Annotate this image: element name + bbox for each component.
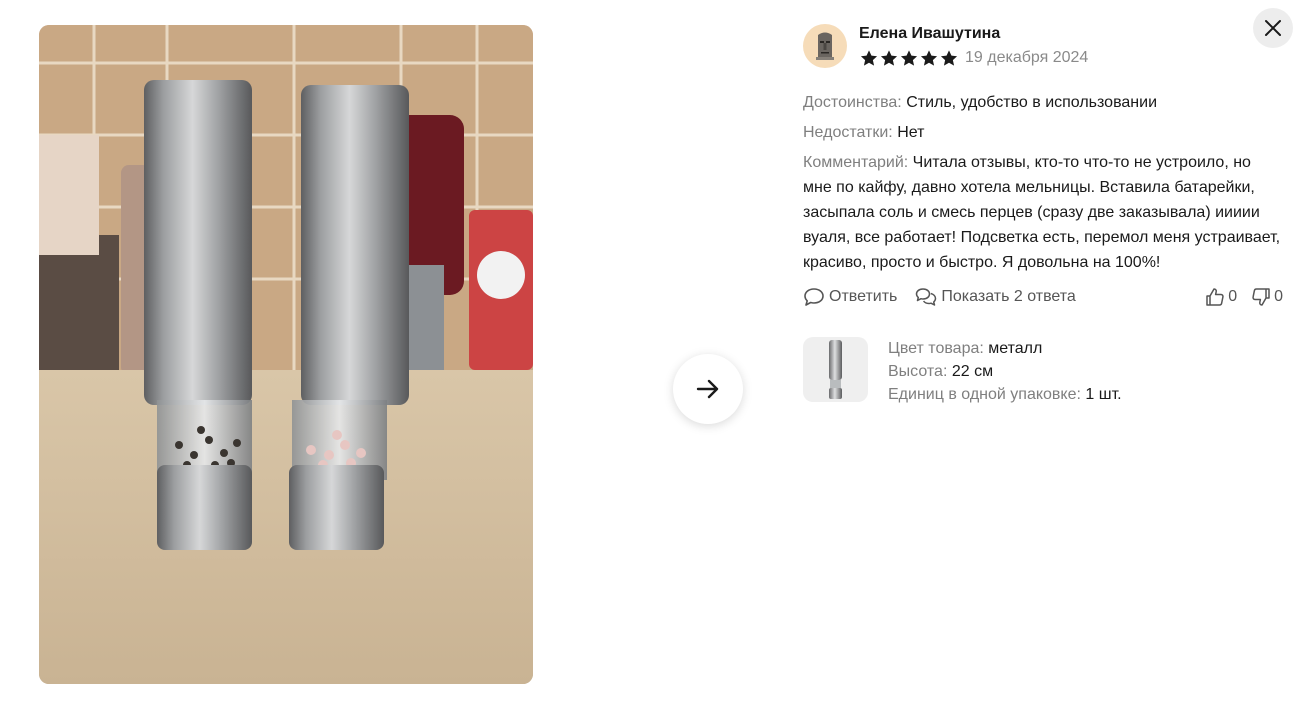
show-replies-button[interactable]: Показать 2 ответа <box>915 287 1076 307</box>
reply-button[interactable]: Ответить <box>803 287 897 307</box>
comment-label: Комментарий: <box>803 154 909 171</box>
dislike-button[interactable]: 0 <box>1251 287 1283 307</box>
advantages-text: Стиль, удобство в использовании <box>906 94 1157 111</box>
spec-units: Единиц в одной упаковке: 1 шт. <box>888 383 1122 406</box>
product-info: Цвет товара: металл Высота: 22 см Единиц… <box>803 337 1283 406</box>
like-count: 0 <box>1228 288 1238 305</box>
author-name[interactable]: Елена Ивашутина <box>859 24 1088 44</box>
spec-units-label: Единиц в одной упаковке: <box>888 386 1081 403</box>
disadvantages-text: Нет <box>897 124 925 141</box>
product-thumbnail[interactable] <box>803 337 868 402</box>
thumb-down-icon <box>1252 288 1270 306</box>
star-icon <box>860 49 878 66</box>
rating-row: 19 декабря 2024 <box>859 48 1088 68</box>
star-icon <box>880 49 898 66</box>
show-replies-label: Показать 2 ответа <box>941 288 1076 305</box>
next-photo-button[interactable] <box>673 354 743 424</box>
spec-height-value: 22 см <box>951 363 994 380</box>
comment: Комментарий: Читала отзывы, кто-то что-т… <box>803 150 1283 275</box>
thumb-up-icon <box>1206 288 1224 306</box>
spec-height: Высота: 22 см <box>888 360 1122 383</box>
spec-height-label: Высота: <box>888 363 948 380</box>
star-icon <box>900 49 918 66</box>
product-image <box>829 340 842 399</box>
avatar[interactable] <box>803 24 847 68</box>
reply-label: Ответить <box>829 288 898 305</box>
star-rating <box>859 49 959 68</box>
review-actions: Ответить Показать 2 ответа 0 0 <box>803 285 1283 309</box>
arrow-right-icon <box>696 379 719 399</box>
two-bubbles-icon <box>916 288 937 306</box>
review-panel: Елена Ивашутина 19 декабря 2024 Достоинс… <box>803 24 1283 406</box>
speech-bubble-icon <box>804 288 824 306</box>
moai-icon <box>816 32 834 60</box>
comment-text: Читала отзывы, кто-то что-то не устроило… <box>803 154 1281 271</box>
product-specs: Цвет товара: металл Высота: 22 см Единиц… <box>888 337 1122 406</box>
review-photo[interactable] <box>39 25 533 684</box>
star-icon <box>940 49 958 66</box>
dislike-count: 0 <box>1274 288 1283 305</box>
review-date: 19 декабря 2024 <box>965 49 1089 66</box>
review-header: Елена Ивашутина 19 декабря 2024 <box>803 24 1283 68</box>
spec-color: Цвет товара: металл <box>888 337 1122 360</box>
pepper-mills-image <box>39 25 533 684</box>
advantages: Достоинства: Стиль, удобство в использов… <box>803 90 1283 115</box>
star-icon <box>920 49 938 66</box>
spec-units-value: 1 шт. <box>1085 386 1122 403</box>
advantages-label: Достоинства: <box>803 94 902 111</box>
like-button[interactable]: 0 <box>1205 287 1237 307</box>
disadvantages-label: Недостатки: <box>803 124 893 141</box>
spec-color-value: металл <box>988 340 1043 357</box>
disadvantages: Недостатки: Нет <box>803 120 1283 145</box>
spec-color-label: Цвет товара: <box>888 340 984 357</box>
